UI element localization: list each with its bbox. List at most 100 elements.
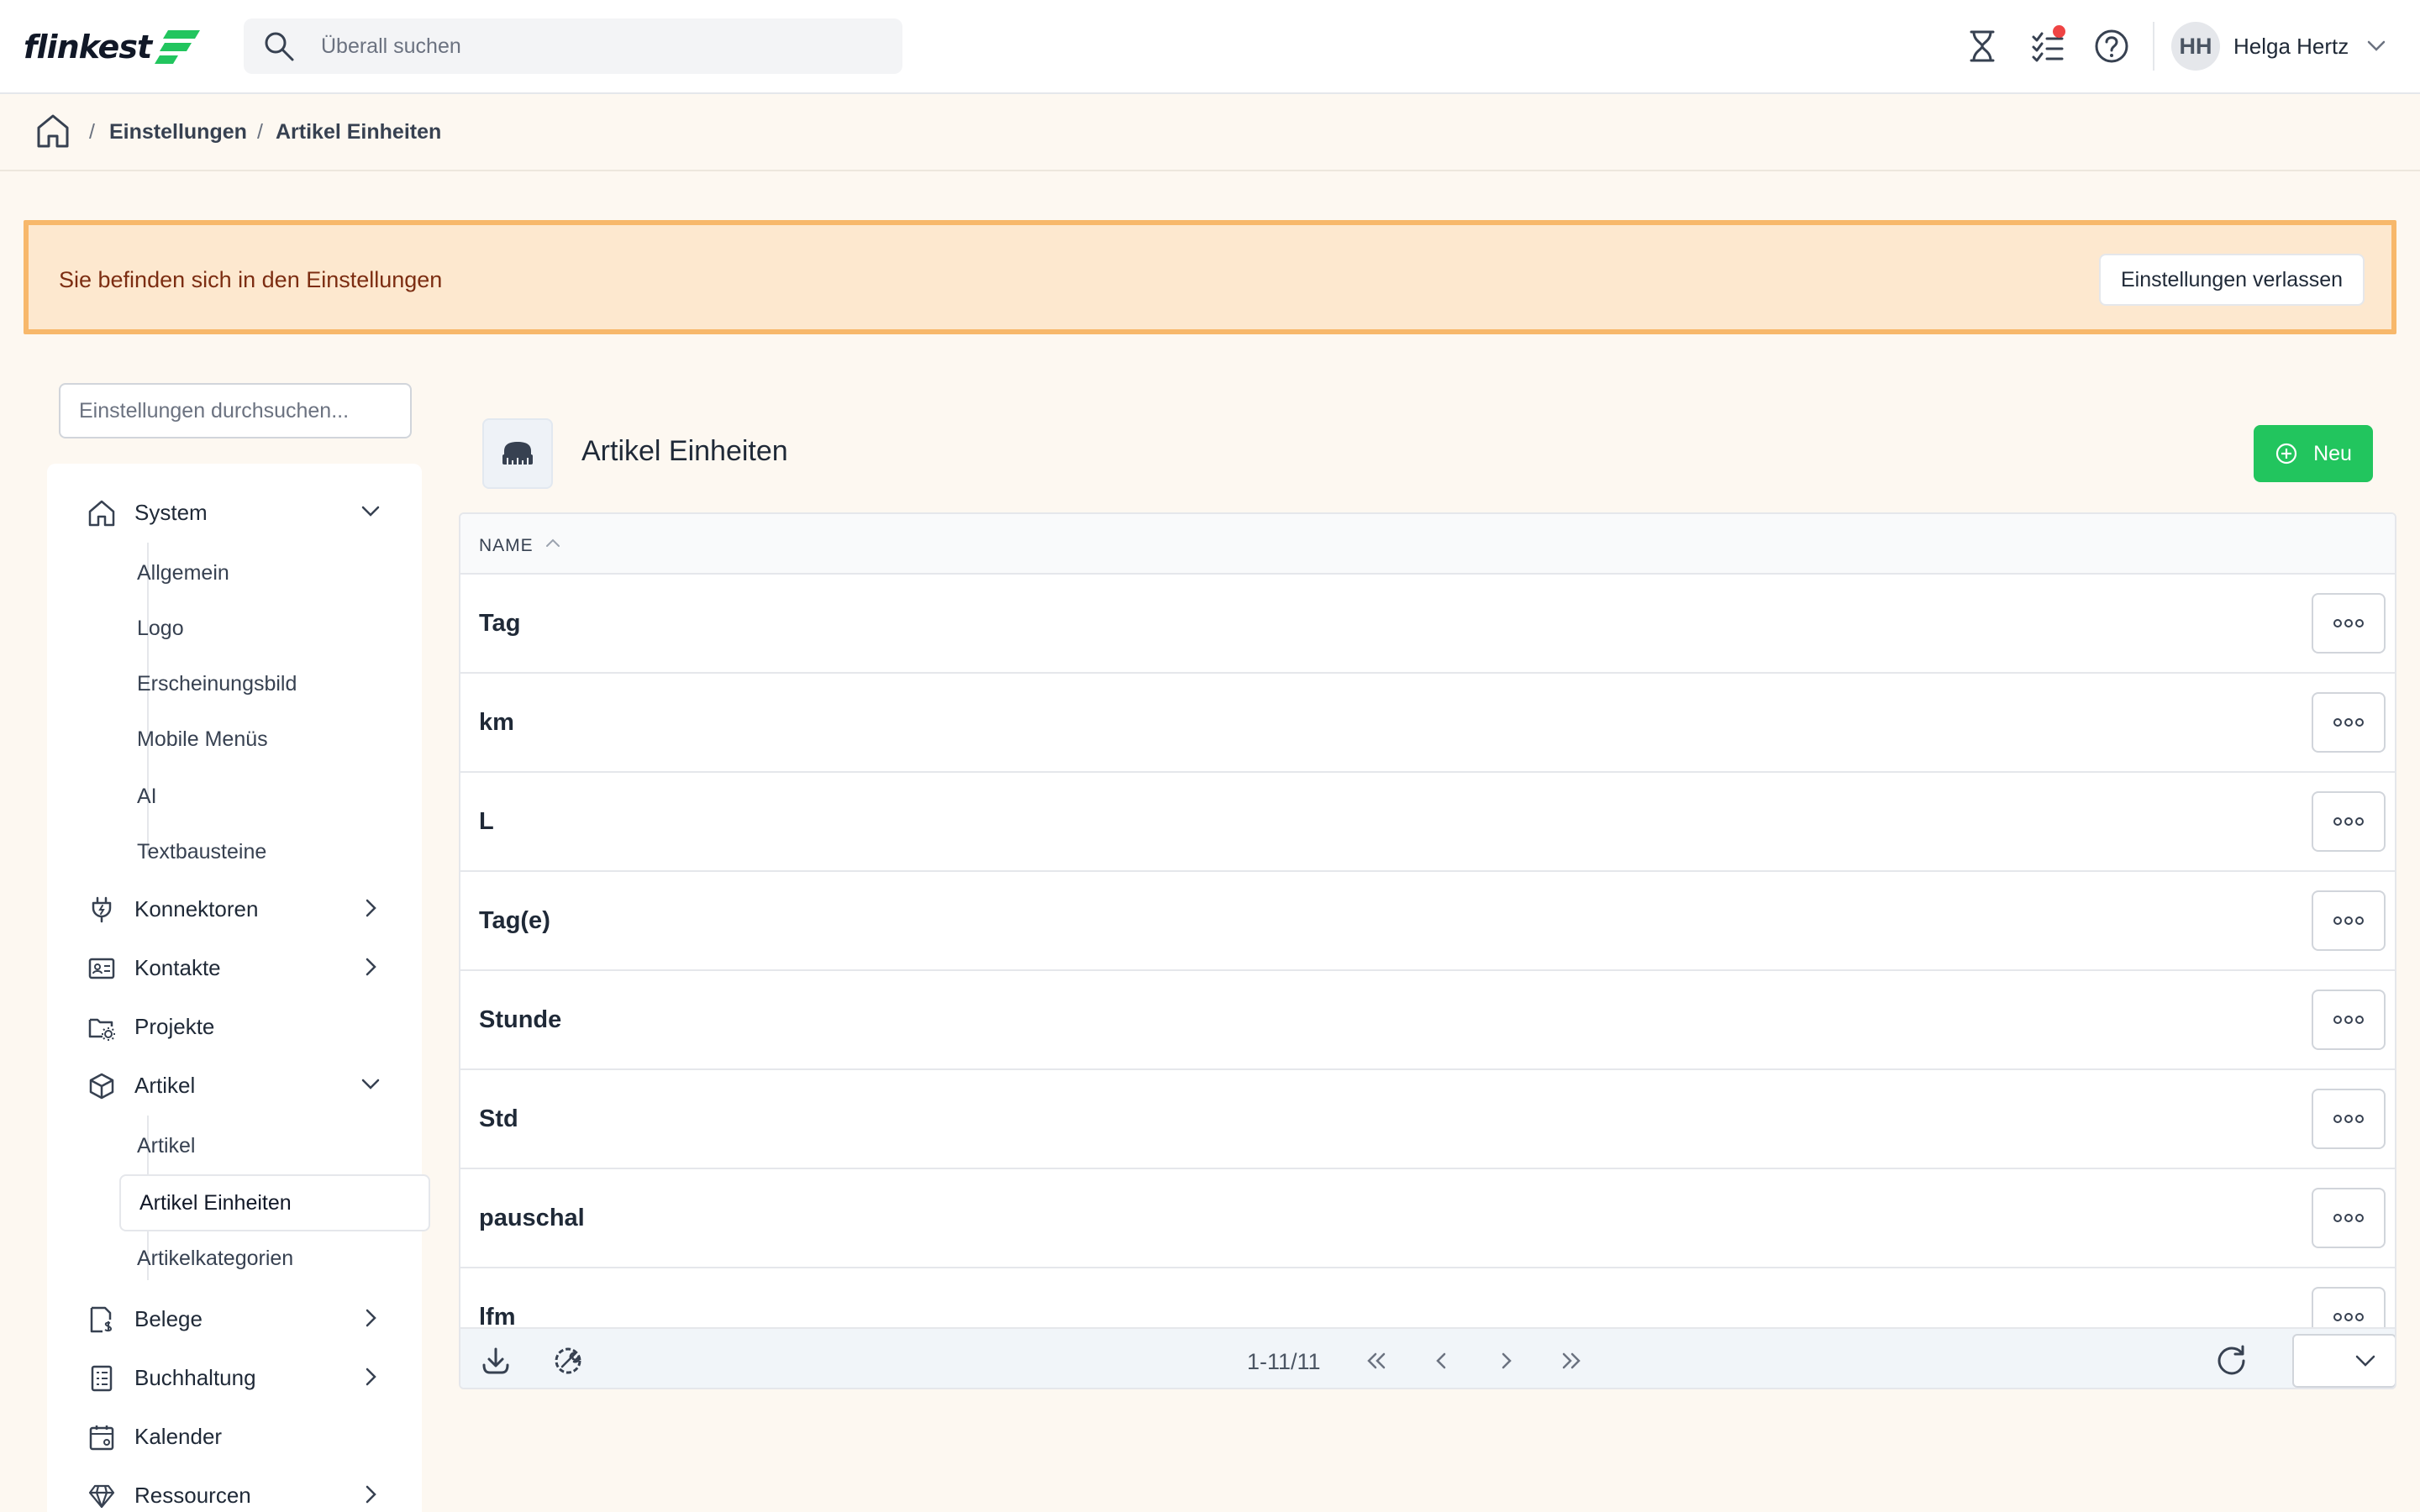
- cell-name: L: [479, 808, 494, 835]
- ruler-car-icon: [502, 442, 533, 465]
- row-actions-button[interactable]: [2312, 791, 2386, 852]
- breadcrumb-settings-link[interactable]: Einstellungen: [109, 120, 247, 144]
- plug-icon: [92, 896, 112, 923]
- cell-name: pauschal: [479, 1205, 585, 1231]
- chevron-down-icon: [361, 506, 380, 517]
- diamond-icon: [88, 1484, 115, 1509]
- sidebar-item-label: Ressourcen: [134, 1482, 251, 1508]
- table-row[interactable]: Std: [460, 1070, 2395, 1169]
- app-logo[interactable]: flinkest: [24, 25, 202, 69]
- logo-text: flinkest: [24, 29, 152, 66]
- sidebar-item-artikel[interactable]: Artikel: [47, 1062, 422, 1109]
- chevron-right-icon: [366, 899, 376, 917]
- pagination-range: 1-11/11: [1247, 1349, 1321, 1374]
- sidebar-item-system[interactable]: System: [47, 489, 422, 536]
- notice-text: Sie befinden sich in den Einstellungen: [59, 267, 443, 292]
- table-row[interactable]: km: [460, 674, 2395, 773]
- download-icon[interactable]: [476, 1341, 516, 1381]
- chevron-right-icon: [366, 1368, 376, 1386]
- sidebar-subitem-artikel-einheiten[interactable]: Artikel Einheiten: [119, 1174, 430, 1231]
- user-name: Helga Hertz: [2233, 33, 2349, 59]
- row-actions-button[interactable]: [2312, 990, 2386, 1050]
- table-row[interactable]: Tag: [460, 575, 2395, 674]
- row-actions-button[interactable]: [2312, 593, 2386, 654]
- top-bar: flinkest H: [0, 0, 2420, 94]
- table-row[interactable]: pauschal: [460, 1169, 2395, 1268]
- sidebar-subitem-ai[interactable]: AI: [137, 773, 157, 820]
- ledger-icon: [91, 1365, 113, 1392]
- table-row[interactable]: Stunde: [460, 971, 2395, 1070]
- topbar-divider: [2153, 22, 2154, 71]
- sidebar-item-label: Kalender: [134, 1423, 223, 1449]
- first-page-icon[interactable]: [1356, 1341, 1397, 1381]
- table-row[interactable]: Tag(e): [460, 872, 2395, 971]
- calendar-icon: [89, 1425, 114, 1451]
- table-row[interactable]: L: [460, 773, 2395, 872]
- table-header: NAME: [460, 514, 2395, 575]
- user-menu[interactable]: HH Helga Hertz: [2171, 22, 2386, 71]
- home-icon[interactable]: [35, 113, 71, 150]
- sidebar-item-label: System: [134, 499, 208, 525]
- new-button[interactable]: Neu: [2254, 425, 2373, 482]
- more-horizontal-icon: [2333, 1115, 2364, 1123]
- tasks-icon[interactable]: [2027, 25, 2069, 67]
- sidebar-subitem-artikel[interactable]: Artikel: [137, 1122, 195, 1169]
- sidebar-item-label: Konnektoren: [134, 895, 259, 921]
- sort-ascending-icon[interactable]: [544, 536, 561, 549]
- sidebar-subitem-textbausteine[interactable]: Textbausteine: [137, 828, 266, 875]
- more-horizontal-icon: [2333, 1214, 2364, 1222]
- row-actions-button[interactable]: [2312, 1089, 2386, 1149]
- global-search-input[interactable]: [321, 27, 876, 66]
- cell-name: km: [479, 709, 514, 736]
- chevron-down-icon: [361, 1079, 380, 1089]
- chevron-down-icon: [2355, 1355, 2375, 1367]
- folder-gear-icon: [88, 1018, 115, 1041]
- more-horizontal-icon: [2333, 1016, 2364, 1024]
- leave-settings-button[interactable]: Einstellungen verlassen: [2099, 254, 2365, 306]
- chevron-right-icon: [366, 958, 376, 976]
- sidebar-subitem-artikelkategorien[interactable]: Artikelkategorien: [137, 1235, 293, 1282]
- chevron-right-icon: [366, 1309, 376, 1327]
- settings-sidebar: System Allgemein Logo Erscheinungsbild M…: [47, 464, 430, 1512]
- settings-wrench-icon[interactable]: [548, 1341, 588, 1381]
- contact-card-icon: [88, 958, 115, 979]
- search-icon: [265, 32, 294, 61]
- units-table: NAME Tag km L Tag(e) Stunde Std pauschal…: [459, 512, 2396, 1389]
- sidebar-item-kontakte[interactable]: Kontakte: [47, 944, 422, 991]
- sidebar-item-label: Projekte: [134, 1013, 215, 1039]
- sidebar-item-projekte[interactable]: Projekte: [47, 1003, 422, 1050]
- sidebar-item-label: Kontakte: [134, 954, 221, 980]
- next-page-icon[interactable]: [1486, 1341, 1526, 1381]
- last-page-icon[interactable]: [1551, 1341, 1591, 1381]
- help-icon[interactable]: [2091, 25, 2133, 67]
- sidebar-item-label: Buchhaltung: [134, 1364, 256, 1390]
- sidebar-item-ressourcen[interactable]: Ressourcen: [47, 1472, 422, 1512]
- more-horizontal-icon: [2333, 916, 2364, 925]
- sidebar-item-kalender[interactable]: Kalender: [47, 1413, 422, 1460]
- sidebar-item-belege[interactable]: Belege: [47, 1295, 422, 1342]
- global-search[interactable]: [244, 18, 902, 74]
- sidebar-subitem-allgemein[interactable]: Allgemein: [137, 549, 229, 596]
- more-horizontal-icon: [2333, 817, 2364, 826]
- sidebar-subitem-mobile-menus[interactable]: Mobile Menüs: [137, 716, 268, 763]
- new-button-label: Neu: [2313, 441, 2352, 465]
- sidebar-item-konnektoren[interactable]: Konnektoren: [47, 885, 422, 932]
- breadcrumb-separator: /: [89, 119, 95, 144]
- sidebar-item-buchhaltung[interactable]: Buchhaltung: [47, 1354, 422, 1401]
- chevron-down-icon: [2368, 40, 2386, 51]
- refresh-icon[interactable]: [2212, 1341, 2252, 1381]
- row-actions-button[interactable]: [2312, 1188, 2386, 1248]
- previous-page-icon[interactable]: [1422, 1341, 1462, 1381]
- column-header-name[interactable]: NAME: [479, 536, 534, 556]
- sidebar-subitem-logo[interactable]: Logo: [137, 605, 184, 652]
- sidebar-subitem-erscheinungsbild[interactable]: Erscheinungsbild: [137, 660, 297, 707]
- row-actions-button[interactable]: [2312, 692, 2386, 753]
- cell-name: Stunde: [479, 1006, 562, 1033]
- more-horizontal-icon: [2333, 1313, 2364, 1321]
- settings-search-input[interactable]: [59, 383, 412, 438]
- hourglass-icon[interactable]: [1961, 25, 2003, 67]
- row-actions-button[interactable]: [2312, 890, 2386, 951]
- page-size-select[interactable]: [2292, 1334, 2395, 1388]
- more-horizontal-icon: [2333, 619, 2364, 627]
- home-icon: [88, 500, 115, 527]
